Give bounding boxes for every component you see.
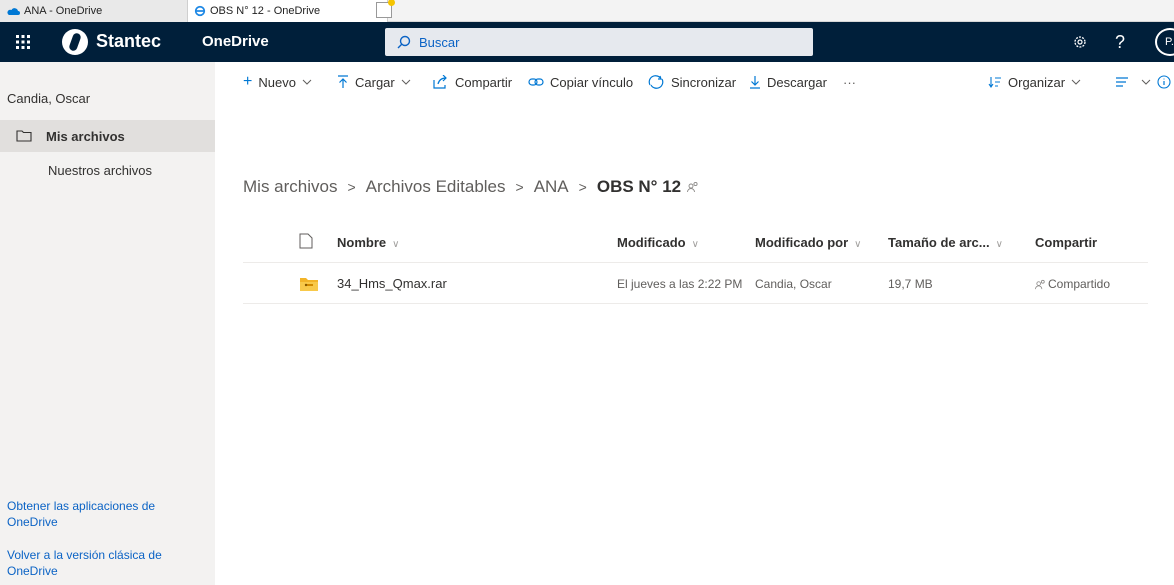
- shared-people-icon: [1035, 279, 1045, 289]
- info-button[interactable]: [1157, 62, 1171, 102]
- upload-arrow-icon: [338, 75, 348, 88]
- download-arrow-icon: [750, 76, 760, 89]
- search-input[interactable]: [419, 34, 799, 50]
- command-bar: + Nuevo Cargar Compartir Copiar vínculo …: [215, 62, 1174, 102]
- sort-button[interactable]: Organizar: [988, 62, 1081, 102]
- chevron-down-icon: ∨: [392, 239, 400, 250]
- browser-tab-strip: ANA - OneDrive OBS N° 12 - OneDrive ×: [0, 0, 1174, 22]
- breadcrumb-current: OBS N° 12: [596, 177, 682, 196]
- info-icon: [1157, 75, 1171, 89]
- file-modified-by[interactable]: Candia, Oscar: [755, 277, 832, 291]
- onedrive-icon: [7, 8, 20, 15]
- avatar[interactable]: P.: [1155, 28, 1174, 56]
- chevron-down-icon: ∨: [691, 239, 699, 250]
- column-header-size[interactable]: Tamaño de arc... ∨: [888, 235, 1003, 250]
- chevron-down-icon: ∨: [854, 239, 862, 250]
- download-label: Descargar: [767, 74, 827, 90]
- breadcrumb: Mis archivos > Archivos Editables > ANA …: [243, 177, 699, 197]
- view-list-icon: [1116, 77, 1128, 87]
- browser-tab-ana[interactable]: ANA - OneDrive: [0, 0, 188, 22]
- sync-button[interactable]: Sincronizar: [647, 62, 736, 102]
- suite-header: Stantec OneDrive ? P.: [0, 22, 1174, 62]
- chevron-down-icon: [1071, 79, 1081, 85]
- chevron-down-icon: ∨: [995, 239, 1003, 250]
- copy-link-label: Copiar vínculo: [550, 74, 634, 90]
- search-box[interactable]: [385, 28, 813, 56]
- column-header-sharing[interactable]: Compartir: [1035, 235, 1097, 250]
- share-icon: [433, 75, 447, 89]
- breadcrumb-item[interactable]: ANA: [534, 177, 569, 197]
- user-name: Candia, Oscar: [7, 91, 91, 106]
- share-button[interactable]: Compartir: [433, 62, 512, 102]
- brand-name[interactable]: Stantec: [96, 31, 161, 52]
- left-nav: Candia, Oscar Mis archivos Nuestros arch…: [0, 62, 215, 585]
- shared-people-icon: [687, 181, 698, 193]
- help-icon[interactable]: ?: [1100, 22, 1140, 62]
- column-label: Compartir: [1035, 235, 1098, 250]
- browser-tab-title: ANA - OneDrive: [24, 5, 103, 17]
- column-header-modified-by[interactable]: Modificado por ∨: [755, 235, 862, 250]
- file-type-column-icon[interactable]: [299, 233, 313, 252]
- file-list-header: Nombre ∨ Modificado ∨ Modificado por ∨ Tama…: [243, 223, 1148, 263]
- app-launcher-icon[interactable]: [0, 22, 46, 62]
- copy-link-button[interactable]: Copiar vínculo: [528, 62, 633, 102]
- sort-label: Organizar: [1008, 74, 1066, 90]
- share-label: Compartir: [455, 74, 513, 90]
- nav-item-label: Mis archivos: [46, 128, 125, 144]
- new-button[interactable]: + Nuevo: [243, 62, 312, 102]
- sharing-label: Compartido: [1048, 277, 1111, 291]
- column-label: Tamaño de arc...: [888, 235, 990, 250]
- chevron-down-icon: [302, 79, 312, 85]
- new-label: Nuevo: [258, 74, 296, 90]
- upload-label: Cargar: [355, 74, 395, 90]
- sort-icon: [988, 77, 1001, 88]
- settings-gear-icon[interactable]: [1060, 22, 1100, 62]
- sync-icon: [648, 75, 664, 89]
- column-label: Modificado: [617, 235, 686, 250]
- app-name[interactable]: OneDrive: [202, 33, 269, 50]
- file-size: 19,7 MB: [888, 277, 933, 291]
- classic-version-link[interactable]: Volver a la versión clásica de OneDrive: [7, 547, 197, 579]
- chevron-down-icon: [1141, 79, 1151, 85]
- waffle-icon: [16, 35, 30, 49]
- breadcrumb-separator: >: [515, 179, 524, 195]
- browser-tab-title: OBS N° 12 - OneDrive: [210, 5, 321, 17]
- column-header-modified[interactable]: Modificado ∨: [617, 235, 699, 250]
- file-sharing-status[interactable]: Compartido: [1035, 277, 1110, 291]
- file-name-link[interactable]: 34_Hms_Qmax.rar: [337, 276, 447, 291]
- search-icon: [397, 35, 411, 49]
- browser-tab-obs[interactable]: OBS N° 12 - OneDrive ×: [188, 0, 388, 22]
- download-button[interactable]: Descargar: [749, 62, 827, 102]
- compressed-folder-icon: [300, 278, 318, 291]
- stantec-logo-icon: [62, 29, 88, 55]
- sync-label: Sincronizar: [671, 74, 737, 90]
- gear-icon: [1074, 36, 1086, 48]
- new-tab-icon[interactable]: [376, 0, 395, 18]
- plus-icon: +: [243, 73, 253, 90]
- column-label: Nombre: [337, 235, 387, 250]
- column-label: Modificado por: [755, 235, 849, 250]
- column-header-name[interactable]: Nombre ∨: [337, 235, 399, 250]
- ie-icon: [194, 5, 206, 17]
- table-row[interactable]: 34_Hms_Qmax.rar El jueves a las 2:22 PM …: [243, 264, 1148, 304]
- file-icon: [299, 233, 313, 249]
- more-actions-button[interactable]: ···: [843, 62, 856, 102]
- breadcrumb-separator: >: [347, 179, 356, 195]
- chevron-down-icon: [401, 79, 411, 85]
- folder-outline-icon: [16, 130, 32, 142]
- breadcrumb-item[interactable]: Mis archivos: [243, 177, 337, 197]
- file-modified: El jueves a las 2:22 PM: [617, 277, 743, 291]
- get-apps-link[interactable]: Obtener las aplicaciones de OneDrive: [7, 498, 197, 530]
- breadcrumb-item[interactable]: Archivos Editables: [366, 177, 506, 197]
- upload-button[interactable]: Cargar: [337, 62, 411, 102]
- link-icon: [528, 78, 544, 86]
- nav-item-mis-archivos[interactable]: Mis archivos: [0, 120, 215, 152]
- nav-item-label: Nuestros archivos: [48, 162, 153, 178]
- view-options-button[interactable]: [1115, 62, 1151, 102]
- breadcrumb-separator: >: [578, 179, 587, 195]
- nav-item-nuestros-archivos[interactable]: Nuestros archivos: [0, 154, 215, 186]
